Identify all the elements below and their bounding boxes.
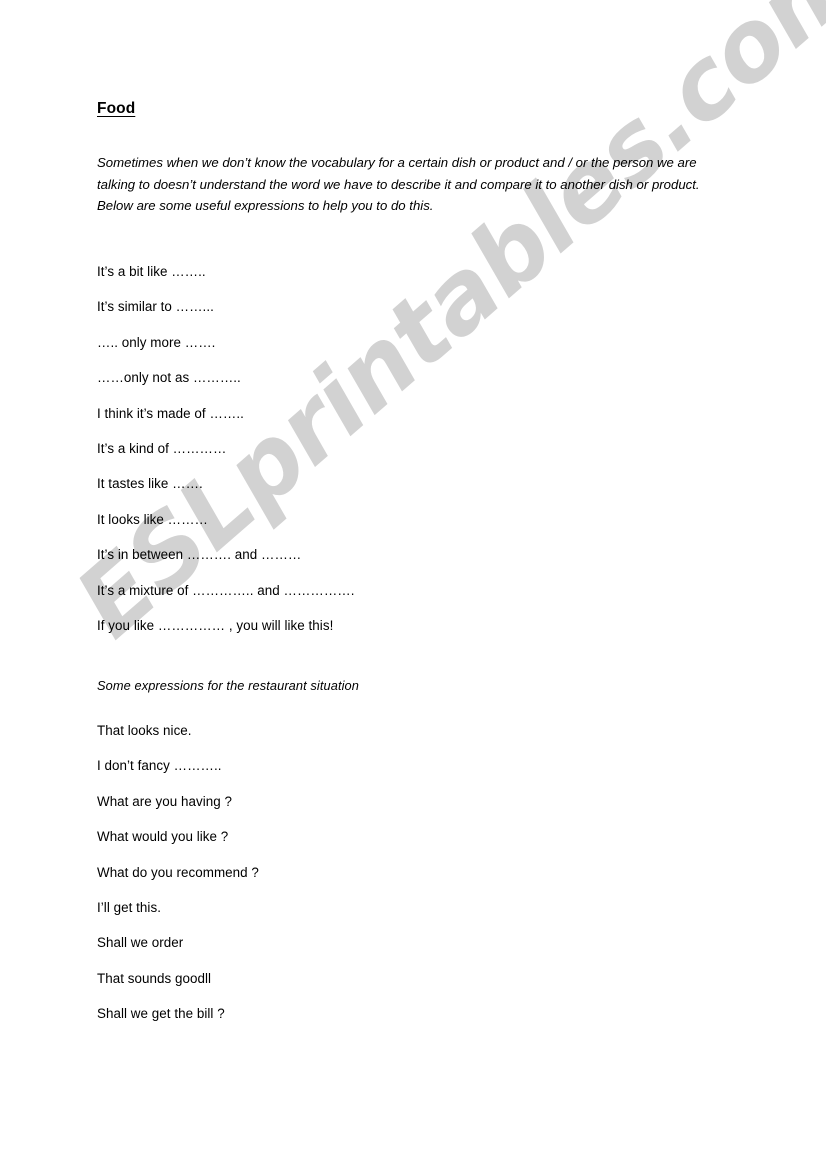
list-item: I’ll get this. xyxy=(97,899,161,915)
intro-paragraph: Sometimes when we don’t know the vocabul… xyxy=(97,155,700,214)
list-item: It’s a bit like …….. xyxy=(97,264,206,279)
list-item: That sounds goodll xyxy=(97,970,212,986)
list-item: ….. only more ……. xyxy=(97,334,216,350)
list-item: It tastes like ……. xyxy=(97,476,203,492)
list-item: It’s in between ………. and ……… xyxy=(97,547,302,563)
comparison-expressions-list: It’s a bit like …….. It’s similar to ……..… xyxy=(97,254,354,643)
list-item: What are you having ? xyxy=(97,793,233,809)
list-item: ……only not as ……….. xyxy=(97,370,241,386)
restaurant-expressions-list: That looks nice. I don’t fancy ……….. What … xyxy=(97,713,259,1032)
restaurant-section-heading: Some expressions for the restaurant situ… xyxy=(97,678,359,693)
list-item: It’s a mixture of ………….. and ……………. xyxy=(97,582,355,598)
list-item: It looks like ……… xyxy=(97,511,208,527)
list-item: If you like …………… , you will like this! xyxy=(97,617,334,633)
worksheet-page: ESLprintables.com Food Sometimes when we… xyxy=(0,0,826,1169)
page-title: Food xyxy=(97,100,136,117)
list-item: That looks nice. xyxy=(97,723,192,738)
list-item: Shall we get the bill ? xyxy=(97,1006,225,1022)
list-item: What do you recommend ? xyxy=(97,864,259,880)
list-item: It’s similar to ……... xyxy=(97,299,214,315)
list-item: It’s a kind of ………… xyxy=(97,440,227,456)
list-item: Shall we order xyxy=(97,935,184,951)
list-item: What would you like ? xyxy=(97,829,229,845)
list-item: I think it’s made of …….. xyxy=(97,405,244,421)
list-item: I don’t fancy ……….. xyxy=(97,758,222,774)
